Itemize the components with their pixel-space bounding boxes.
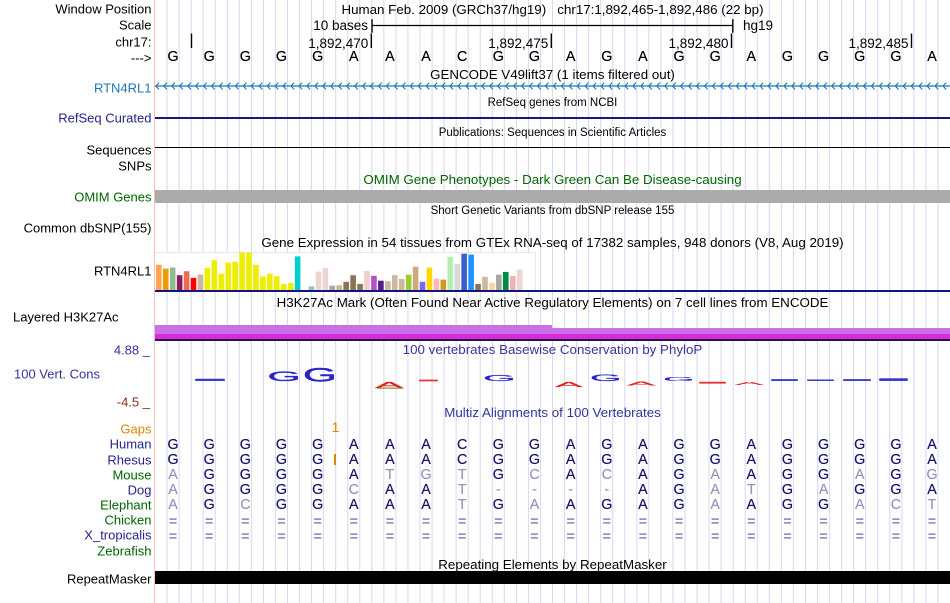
svg-text:A: A bbox=[555, 381, 583, 389]
svg-text:G: G bbox=[483, 374, 516, 383]
svg-text:G: G bbox=[303, 365, 337, 386]
svg-text:A: A bbox=[735, 381, 765, 386]
svg-text:G: G bbox=[590, 373, 622, 383]
svg-text:G: G bbox=[663, 377, 695, 383]
svg-text:G: G bbox=[268, 368, 301, 384]
svg-text:A: A bbox=[627, 381, 656, 387]
